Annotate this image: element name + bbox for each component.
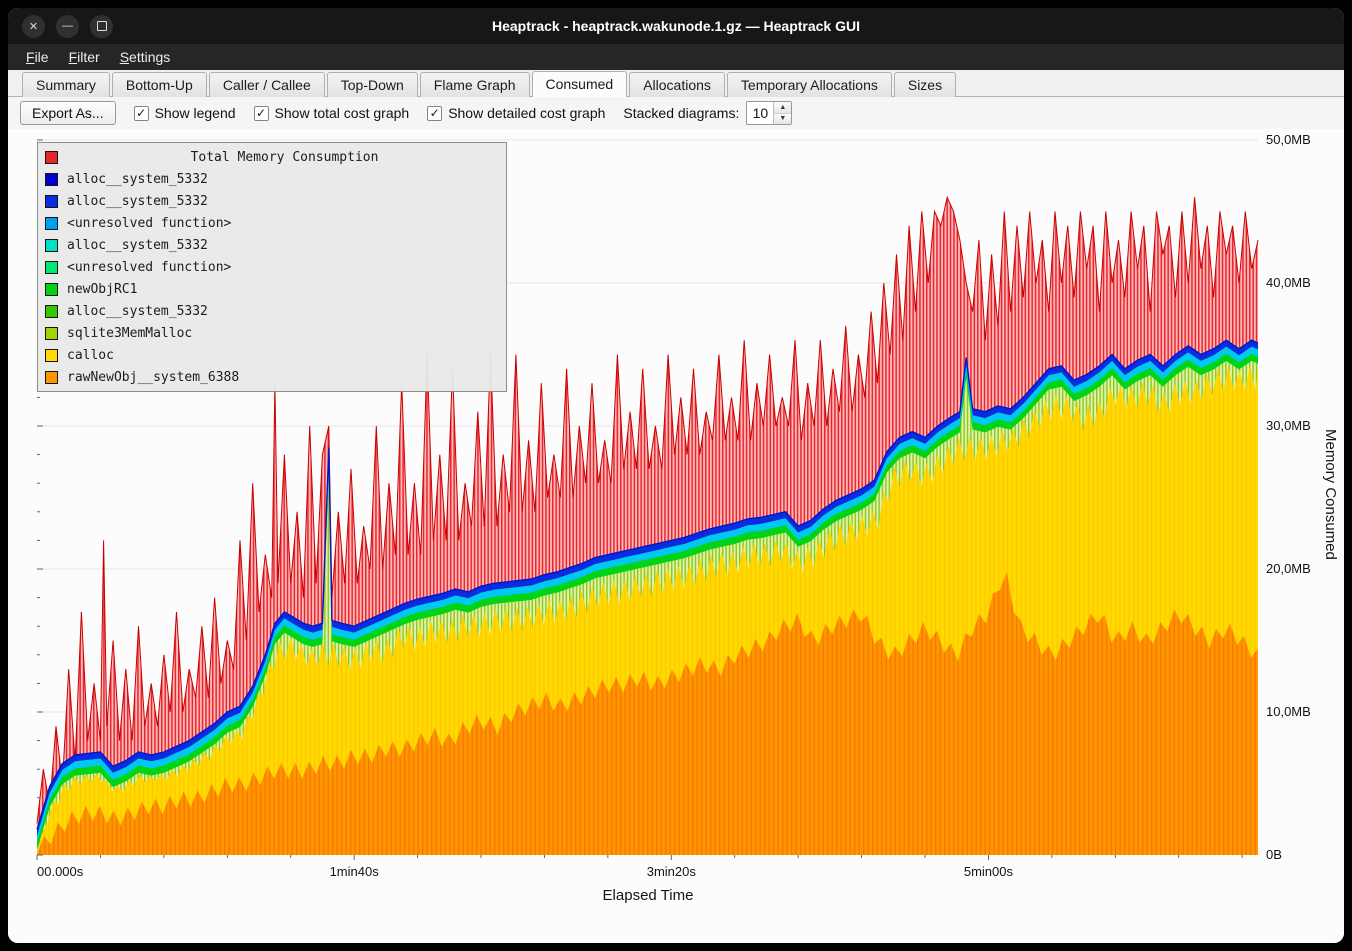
stacked-diagrams-value[interactable]: 10 bbox=[747, 102, 773, 124]
legend-item: <unresolved function> bbox=[42, 256, 502, 278]
arrow-down-icon: ▼ bbox=[779, 115, 786, 122]
legend-item: alloc__system_5332 bbox=[42, 300, 502, 322]
legend-label: alloc__system_5332 bbox=[67, 238, 208, 253]
y-tick-label: 20,0MB bbox=[1266, 561, 1311, 576]
app-window: ✕ — Heaptrack - heaptrack.wakunode.1.gz … bbox=[8, 8, 1344, 943]
y-tick-label: 40,0MB bbox=[1266, 275, 1311, 290]
tab-consumed[interactable]: Consumed bbox=[532, 71, 628, 97]
legend-swatch bbox=[45, 151, 58, 164]
titlebar: ✕ — Heaptrack - heaptrack.wakunode.1.gz … bbox=[8, 8, 1344, 44]
legend-label: alloc__system_5332 bbox=[67, 194, 208, 209]
legend-label: calloc bbox=[67, 348, 114, 363]
tab-sizes[interactable]: Sizes bbox=[894, 72, 956, 97]
legend-item: alloc__system_5332 bbox=[42, 190, 502, 212]
legend-label: alloc__system_5332 bbox=[67, 172, 208, 187]
legend-label: sqlite3MemMalloc bbox=[67, 326, 192, 341]
legend-swatch bbox=[45, 173, 58, 186]
legend-swatch bbox=[45, 217, 58, 230]
close-icon: ✕ bbox=[29, 20, 38, 33]
minimize-icon: — bbox=[62, 20, 73, 32]
legend-item: alloc__system_5332 bbox=[42, 168, 502, 190]
y-tick-label: 10,0MB bbox=[1266, 704, 1311, 719]
checkbox-checked-icon: ✓ bbox=[427, 106, 442, 121]
checkbox-show-detailed-cost-graph-label: Show detailed cost graph bbox=[448, 105, 605, 121]
y-axis-title: Memory Consumed bbox=[1322, 429, 1339, 560]
y-tick-label: 30,0MB bbox=[1266, 418, 1311, 433]
x-tick-label: 5min00s bbox=[964, 864, 1013, 879]
legend-label: Total Memory Consumption bbox=[67, 150, 502, 165]
legend-item: rawNewObj__system_6388 bbox=[42, 366, 502, 388]
window-title: Heaptrack - heaptrack.wakunode.1.gz — He… bbox=[8, 18, 1344, 34]
legend-item: sqlite3MemMalloc bbox=[42, 322, 502, 344]
tab-temporary-allocations[interactable]: Temporary Allocations bbox=[727, 72, 892, 97]
tab-allocations[interactable]: Allocations bbox=[629, 72, 725, 97]
y-tick-label: 0B bbox=[1266, 847, 1282, 862]
legend-swatch bbox=[45, 195, 58, 208]
checkbox-show-detailed-cost-graph[interactable]: ✓ Show detailed cost graph bbox=[427, 105, 605, 121]
export-as-button[interactable]: Export As... bbox=[20, 101, 116, 125]
legend-swatch bbox=[45, 239, 58, 252]
minimize-button[interactable]: — bbox=[56, 15, 79, 38]
y-tick-label: 50,0MB bbox=[1266, 132, 1311, 147]
legend-swatch bbox=[45, 327, 58, 340]
checkbox-show-legend[interactable]: ✓ Show legend bbox=[134, 105, 236, 121]
menu-item-filter[interactable]: Filter bbox=[59, 46, 110, 68]
legend-label: newObjRC1 bbox=[67, 282, 137, 297]
checkbox-show-total-cost-graph-label: Show total cost graph bbox=[275, 105, 410, 121]
tab-top-down[interactable]: Top-Down bbox=[327, 72, 418, 97]
menubar: File Filter Settings bbox=[8, 44, 1344, 70]
legend-label: <unresolved function> bbox=[67, 260, 231, 275]
menu-item-file[interactable]: File bbox=[16, 46, 59, 68]
legend-item: <unresolved function> bbox=[42, 212, 502, 234]
legend-header: Total Memory Consumption bbox=[42, 146, 502, 168]
x-tick-label: 1min40s bbox=[330, 864, 379, 879]
legend-swatch bbox=[45, 371, 58, 384]
chart-legend: Total Memory Consumption alloc__system_53… bbox=[37, 142, 507, 392]
close-button[interactable]: ✕ bbox=[22, 15, 45, 38]
legend-label: rawNewObj__system_6388 bbox=[67, 370, 239, 385]
legend-label: alloc__system_5332 bbox=[67, 304, 208, 319]
toolbar: Export As... ✓ Show legend ✓ Show total … bbox=[8, 97, 1344, 129]
legend-swatch bbox=[45, 305, 58, 318]
spin-up-button[interactable]: ▲ bbox=[774, 102, 791, 114]
tab-summary[interactable]: Summary bbox=[22, 72, 110, 97]
tab-flame-graph[interactable]: Flame Graph bbox=[420, 72, 530, 97]
spin-down-button[interactable]: ▼ bbox=[774, 114, 791, 125]
checkbox-checked-icon: ✓ bbox=[254, 106, 269, 121]
arrow-up-icon: ▲ bbox=[779, 104, 786, 111]
tab-bottom-up[interactable]: Bottom-Up bbox=[112, 72, 207, 97]
legend-item: alloc__system_5332 bbox=[42, 234, 502, 256]
chart-area: Elapsed Time Memory Consumed Total Memor… bbox=[8, 129, 1344, 943]
checkbox-show-total-cost-graph[interactable]: ✓ Show total cost graph bbox=[254, 105, 410, 121]
stacked-diagrams-spinbox[interactable]: 10 ▲ ▼ bbox=[746, 101, 792, 125]
legend-item: newObjRC1 bbox=[42, 278, 502, 300]
legend-swatch bbox=[45, 349, 58, 362]
stacked-diagrams-group: Stacked diagrams: 10 ▲ ▼ bbox=[623, 101, 792, 125]
checkbox-show-legend-label: Show legend bbox=[155, 105, 236, 121]
legend-swatch bbox=[45, 261, 58, 274]
x-tick-label: 3min20s bbox=[647, 864, 696, 879]
legend-label: <unresolved function> bbox=[67, 216, 231, 231]
maximize-icon bbox=[97, 21, 107, 31]
menu-item-settings[interactable]: Settings bbox=[110, 46, 181, 68]
checkbox-checked-icon: ✓ bbox=[134, 106, 149, 121]
tab-bar: Summary Bottom-Up Caller / Callee Top-Do… bbox=[8, 70, 1344, 97]
legend-swatch bbox=[45, 283, 58, 296]
tab-caller-callee[interactable]: Caller / Callee bbox=[209, 72, 325, 97]
legend-item: calloc bbox=[42, 344, 502, 366]
x-tick-label: 00.000s bbox=[37, 864, 83, 879]
maximize-button[interactable] bbox=[90, 15, 113, 38]
stacked-diagrams-label: Stacked diagrams: bbox=[623, 105, 739, 121]
x-axis-title: Elapsed Time bbox=[603, 887, 694, 904]
